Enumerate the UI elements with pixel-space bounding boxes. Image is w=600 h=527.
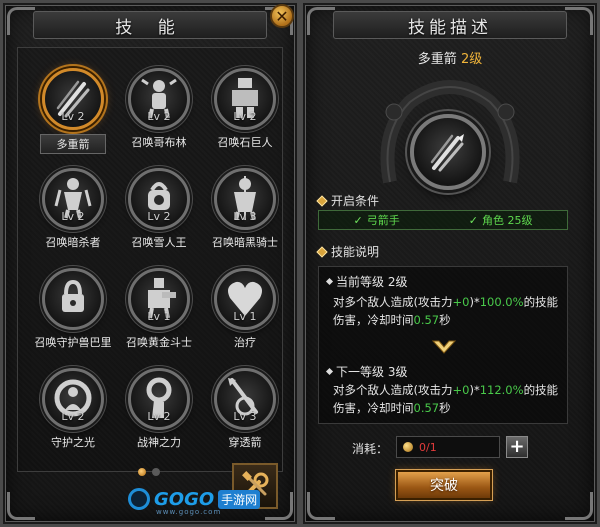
skills-title: 技 能 xyxy=(115,17,185,38)
skills-title-bar: 技 能 xyxy=(33,11,267,39)
condition-class: ✓ 弓箭手 xyxy=(353,214,400,227)
skill-slot[interactable]: Lv 2 召唤哥布林 xyxy=(118,68,200,168)
add-material-button[interactable]: + xyxy=(506,436,528,458)
close-icon: ✕ xyxy=(275,6,289,26)
skill-icon-frame xyxy=(42,268,104,330)
logo-suffix: 手游网 xyxy=(218,489,261,509)
skill-name: 战神之力 xyxy=(137,436,181,449)
skill-level: Lv 2 xyxy=(147,110,171,123)
current-level-description: 对多个敌人造成(攻击力+0)*100.0%的技能伤害，冷却时间0.57秒 xyxy=(333,295,559,327)
cost-box: 0/1 xyxy=(396,436,500,458)
skill-slot[interactable]: Lv 2 召唤石巨人 xyxy=(204,68,286,168)
selected-skill-title: 多重箭 2级 xyxy=(314,48,586,67)
skill-name: 多重箭 xyxy=(40,134,106,154)
skill-slot[interactable]: Lv 2 战神之力 xyxy=(118,368,200,468)
breakthrough-label: 突破 xyxy=(430,478,458,494)
locked-guardian-icon xyxy=(62,279,84,312)
skill-level: Lv 1 xyxy=(233,310,257,323)
breakthrough-button[interactable]: 突破 xyxy=(396,470,492,500)
next-level-heading: 下一等级 3级 xyxy=(325,363,407,380)
selected-skill-big-icon xyxy=(410,114,486,190)
skill-level: Lv 3 xyxy=(233,210,257,223)
check-icon: ✓ xyxy=(353,214,363,227)
skill-explanation-label: 技能说明 xyxy=(331,245,380,259)
page-dot-1[interactable] xyxy=(138,468,146,476)
diamond-bullet-icon xyxy=(316,194,328,207)
page-dot-2[interactable] xyxy=(152,468,160,476)
skill-explanation-heading: 技能说明 xyxy=(316,243,380,260)
description-title: 技能描述 xyxy=(408,17,492,38)
skill-name: 召唤暗黑骑士 xyxy=(212,236,278,249)
multi-arrow-icon xyxy=(430,134,464,172)
skill-slot[interactable]: Lv 3 召唤暗黑骑士 xyxy=(204,168,286,268)
skill-level: Lv 1 xyxy=(147,310,171,323)
next-level-description: 对多个敌人造成(攻击力+0)*112.0%的技能伤害，冷却时间0.57秒 xyxy=(333,383,559,415)
skill-level: Lv 2 xyxy=(61,110,85,123)
selected-skill-level: 2级 xyxy=(460,52,483,67)
skill-name: 召唤哥布林 xyxy=(131,136,187,149)
diamond-bullet-icon xyxy=(316,245,328,258)
logo-url: www.gogo.com xyxy=(156,508,222,516)
skill-level: Lv 3 xyxy=(233,410,257,423)
skill-slot[interactable]: Lv 3 穿透箭 xyxy=(204,368,286,468)
skill-name: 守护之光 xyxy=(51,436,95,449)
logo-mark-icon xyxy=(128,488,150,510)
check-icon: ✓ xyxy=(468,214,478,227)
gogo-logo: GOGO 手游网 www.gogo.com xyxy=(128,488,261,516)
skill-slot[interactable]: Lv 2 召唤雪人王 xyxy=(118,168,200,268)
skill-slot[interactable]: Lv 2 召唤暗杀者 xyxy=(32,168,114,268)
skill-explanation-box: 当前等级 2级 对多个敌人造成(攻击力+0)*100.0%的技能伤害，冷却时间0… xyxy=(318,266,568,424)
description-title-bar: 技能描述 xyxy=(333,11,567,39)
logo-brand: GOGO xyxy=(154,488,215,510)
skill-slot[interactable]: Lv 1 治疗 xyxy=(204,268,286,368)
skill-name: 召唤雪人王 xyxy=(131,236,187,249)
unlock-conditions-heading: 开启条件 xyxy=(316,192,380,209)
skill-name: 召唤暗杀者 xyxy=(45,236,101,249)
skill-name: 召唤守护兽巴里 xyxy=(34,336,112,349)
skill-name: 召唤黄金斗士 xyxy=(126,336,192,349)
cost-value: 0/1 xyxy=(419,440,437,454)
coin-icon xyxy=(403,442,413,452)
condition-level: ✓ 角色 25级 xyxy=(468,214,533,227)
skill-slot[interactable]: Lv 2 守护之光 xyxy=(32,368,114,468)
skill-level: Lv 2 xyxy=(147,210,171,223)
skill-name: 治疗 xyxy=(234,336,256,349)
skill-name: 穿透箭 xyxy=(228,436,262,449)
skill-level: Lv 2 xyxy=(61,210,85,223)
selected-skill-name: 多重箭 xyxy=(417,52,457,67)
skill-level: Lv 2 xyxy=(147,410,171,423)
skill-slot[interactable]: Lv 2 多重箭 xyxy=(32,68,114,168)
skill-level: Lv 2 xyxy=(61,410,85,423)
skill-name: 召唤石巨人 xyxy=(217,136,273,149)
skill-slot[interactable]: Lv 1 召唤黄金斗士 xyxy=(118,268,200,368)
close-button[interactable]: ✕ xyxy=(270,4,294,28)
unlock-conditions-box: ✓ 弓箭手 ✓ 角色 25级 xyxy=(318,210,568,230)
skill-level: Lv 2 xyxy=(233,110,257,123)
unlock-conditions-label: 开启条件 xyxy=(331,194,380,208)
skill-slot[interactable]: 召唤守护兽巴里 xyxy=(32,268,114,368)
bullet-icon xyxy=(325,367,334,376)
plus-icon: + xyxy=(509,436,525,457)
cost-label: 消耗： xyxy=(352,442,389,456)
page-indicator xyxy=(138,468,160,476)
current-level-heading: 当前等级 2级 xyxy=(325,273,407,290)
bullet-icon xyxy=(325,277,334,286)
chevron-down-icon xyxy=(431,340,457,354)
